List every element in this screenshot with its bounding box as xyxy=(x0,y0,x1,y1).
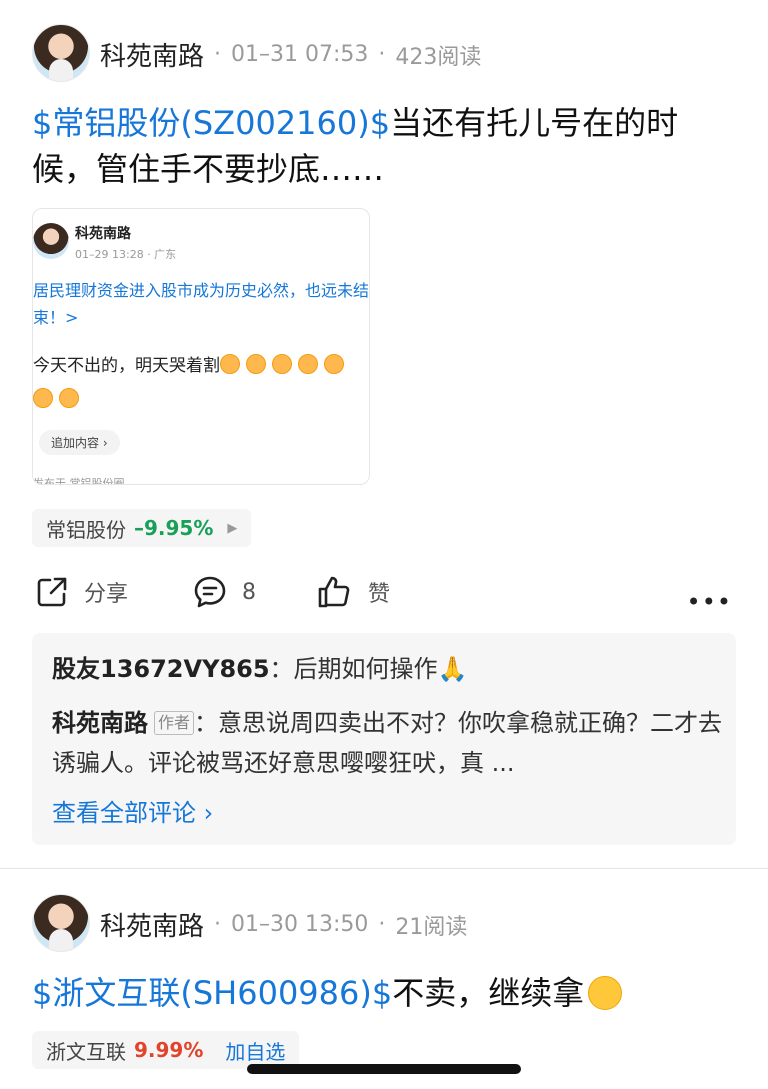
crying-emoji-icon xyxy=(246,354,266,374)
post-divider xyxy=(0,868,768,869)
quoted-post-time: 01–29 13:28 · 广东 xyxy=(75,248,177,261)
stock-tag[interactable]: 常铝股份 –9.95% ▶ xyxy=(32,509,252,547)
author-badge: 作者 xyxy=(154,711,195,735)
view-all-comments-link[interactable]: 查看全部评论 › xyxy=(52,793,213,828)
comment-separator: ： xyxy=(194,709,219,737)
comment-user[interactable]: 科苑南路 xyxy=(52,709,148,737)
author-avatar[interactable] xyxy=(32,894,90,952)
comment-separator: ： xyxy=(269,655,294,683)
post-content: $常铝股份(SZ002160)$当还有托儿号在的时候，管住手不要抄底…… xyxy=(32,100,712,192)
author-name[interactable]: 科苑南路 xyxy=(100,36,204,73)
stock-link[interactable]: $浙文互联(SH600986)$ xyxy=(32,974,392,1012)
quoted-footer: 发布于 常铝股份圈 xyxy=(33,477,125,485)
post-header: 科苑南路 · 01–31 07:53 · 423阅读 xyxy=(100,36,481,73)
post-actions: 分享 8 赞 ••• xyxy=(0,570,768,616)
share-label: 分享 xyxy=(84,582,129,607)
stock-tag-change: 9.99% xyxy=(134,1038,204,1062)
quoted-author-avatar xyxy=(33,223,69,259)
crying-emoji-icon xyxy=(298,354,318,374)
share-button[interactable]: 分享 xyxy=(34,574,128,610)
quoted-body-text: 今天不出的，明天哭着割 xyxy=(33,356,220,376)
meta-separator: · xyxy=(378,912,386,937)
crying-emoji-icon xyxy=(220,354,240,374)
quoted-post-image[interactable]: 科苑南路 01–29 13:28 · 广东 居民理财资金进入股市成为历史必然，也… xyxy=(32,208,370,485)
stock-tag-name: 常铝股份 xyxy=(46,517,126,542)
post-time: 01–30 13:50 xyxy=(231,912,369,937)
comment-button[interactable]: 8 xyxy=(192,574,256,610)
comment-text: 后期如何操作🙏 xyxy=(293,655,468,683)
meta-separator: · xyxy=(214,42,222,67)
thumbs-up-icon xyxy=(318,576,350,608)
comments-preview[interactable]: 股友13672VY865：后期如何操作🙏 科苑南路 作者 ：意思说周四卖出不对？你吹… xyxy=(32,633,736,845)
comment-icon xyxy=(194,576,226,608)
crying-emoji-icon xyxy=(324,354,344,374)
like-button[interactable]: 赞 xyxy=(316,574,390,610)
home-indicator[interactable] xyxy=(247,1064,521,1074)
post-header: 科苑南路 · 01–30 13:50 · 21阅读 xyxy=(100,906,467,943)
comment-count: 8 xyxy=(242,579,256,605)
read-count: 423阅读 xyxy=(395,44,482,70)
author-avatar[interactable] xyxy=(32,24,90,82)
quoted-article-link: 居民理财资金进入股市成为历史必然，也远未结束！> xyxy=(33,281,370,327)
stock-link[interactable]: $常铝股份(SZ002160)$ xyxy=(32,104,390,142)
post-text: 不卖，继续拿 xyxy=(392,974,585,1012)
meta-separator: · xyxy=(214,912,222,937)
post-time: 01–31 07:53 xyxy=(231,42,369,67)
post-content: $浙文互联(SH600986)$不卖，继续拿 xyxy=(32,970,732,1016)
stock-tag-name: 浙文互联 xyxy=(46,1039,126,1064)
quoted-add-content-button: 追加内容 › xyxy=(39,430,120,455)
more-options-icon[interactable]: ••• xyxy=(687,588,732,616)
comment-user[interactable]: 股友13672VY865 xyxy=(52,655,270,683)
author-name[interactable]: 科苑南路 xyxy=(100,906,204,943)
comment-item: 股友13672VY865：后期如何操作🙏 xyxy=(52,649,467,689)
meta-separator: · xyxy=(378,42,386,67)
quoted-author-name: 科苑南路 xyxy=(75,226,131,242)
comment-item: 科苑南路 作者 ：意思说周四卖出不对？你吹拿稳就正确？二才去诱骗人。评论被骂还好意思… xyxy=(52,703,722,783)
add-to-watchlist-button[interactable]: 加自选 xyxy=(225,1036,285,1065)
comment-text: 意思说周四卖出不对？你吹拿稳就正确？二才去诱骗人。评论被骂还好意思嘤嘤狂吠，真 … xyxy=(52,709,723,777)
quoted-body: 今天不出的，明天哭着割 xyxy=(33,349,369,417)
play-arrow-icon: ▶ xyxy=(227,520,238,536)
share-icon xyxy=(37,577,67,607)
stock-tag-change: –9.95% xyxy=(134,516,214,540)
like-label: 赞 xyxy=(368,582,391,607)
smile-emoji-icon xyxy=(588,976,623,1010)
crying-emoji-icon xyxy=(272,354,292,374)
read-count: 21阅读 xyxy=(395,914,468,940)
crying-emoji-icon xyxy=(59,388,79,408)
crying-emoji-icon xyxy=(33,388,53,408)
